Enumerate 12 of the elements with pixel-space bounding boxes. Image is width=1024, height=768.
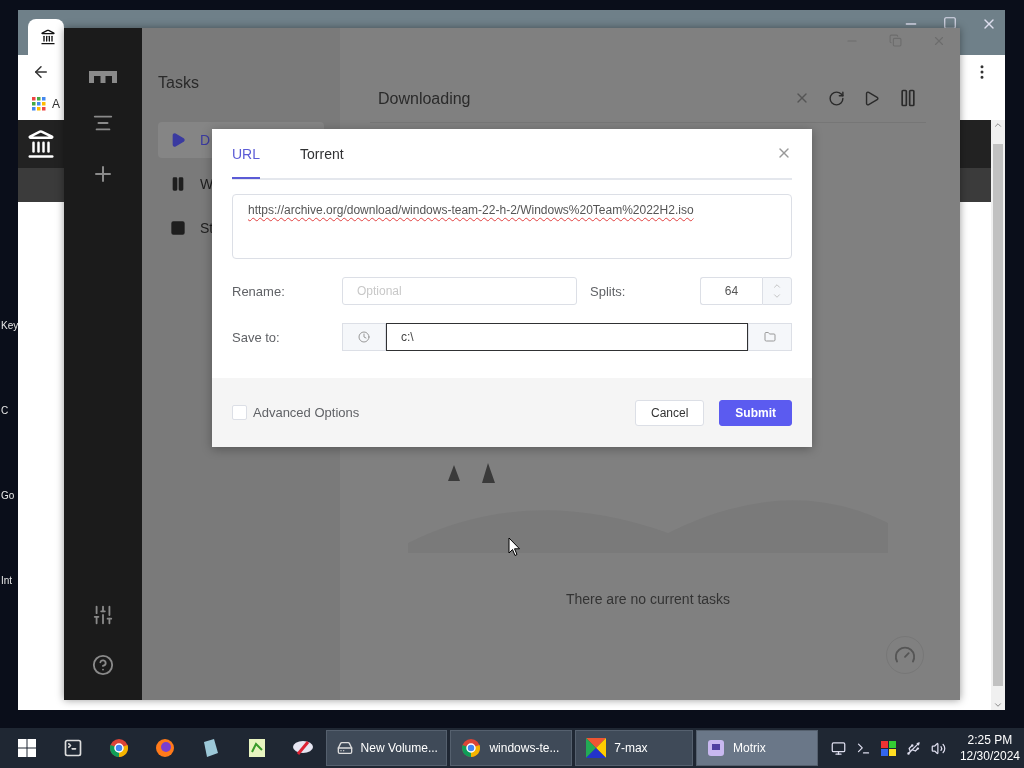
desktop-icon-label: Key [1, 320, 19, 331]
desktop-icon-label: C [1, 405, 10, 416]
field-label: Splits: [590, 283, 627, 299]
empty-state-message: There are no current tasks [565, 591, 731, 607]
date-text: 12/30/2024 [959, 748, 1020, 764]
field-label: Save to: [232, 329, 281, 345]
time-text: 2:25 PM [967, 732, 1013, 748]
panel-title: Tasks [158, 74, 200, 92]
page-title: Downloading [378, 90, 471, 108]
desktop-icon-label: Int [1, 575, 14, 586]
field-label: Rename: [232, 283, 286, 299]
desktop-icon-label: Go [1, 490, 16, 501]
